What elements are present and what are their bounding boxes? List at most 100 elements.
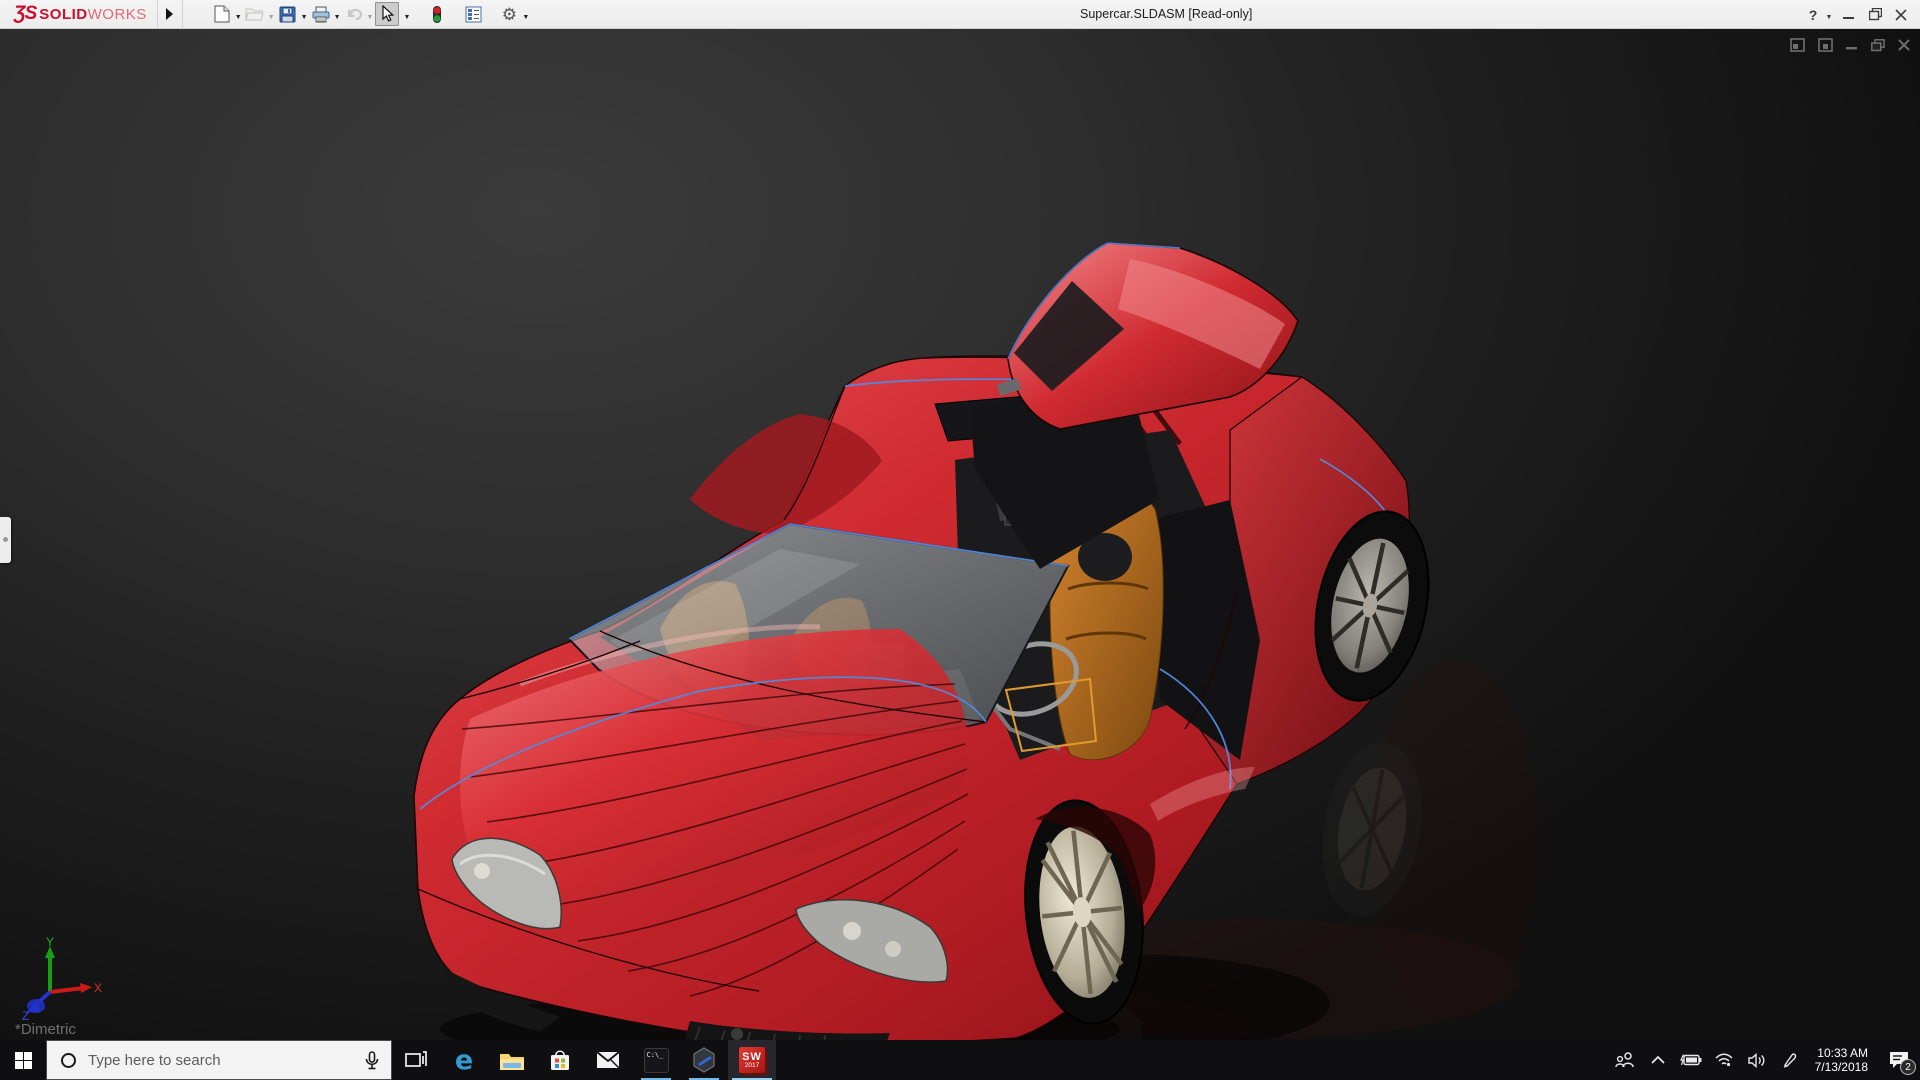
help-button[interactable]: ? [1804, 0, 1822, 29]
solidworks-window: ƷS SOLID WORKS ▼ ▼ ▼ ▼ ▼ ▼ ⚙ ▼ Supercar.… [0, 0, 1920, 1080]
dropdown-caret[interactable]: ▼ [235, 14, 242, 21]
start-button[interactable] [0, 1040, 46, 1080]
tray-overflow-button[interactable] [1642, 1040, 1675, 1080]
visualize-hexagon-icon [693, 1047, 715, 1073]
featuremanager-collapsed-tab[interactable] [0, 517, 11, 563]
taskbar-item-edge[interactable]: e [440, 1040, 488, 1080]
file-explorer-icon [500, 1053, 524, 1070]
document-window-controls [1790, 38, 1910, 52]
tab-dot-icon [3, 537, 8, 542]
file-properties-button[interactable] [462, 2, 484, 26]
options-button[interactable]: ⚙ ▼ [498, 2, 531, 26]
clock-time: 10:33 AM [1817, 1046, 1868, 1060]
open-document-button[interactable]: ▼ [244, 2, 277, 26]
action-center-button[interactable]: 2 [1878, 1040, 1920, 1080]
pen-button[interactable] [1774, 1040, 1807, 1080]
chevron-up-icon [1651, 1056, 1665, 1064]
battery-charging-icon [1680, 1054, 1702, 1066]
dropdown-caret[interactable]: ▼ [268, 14, 275, 21]
print-button[interactable]: ▼ [310, 2, 343, 26]
restore-icon [1868, 8, 1882, 21]
dropdown-caret: ▼ [403, 13, 411, 21]
logo-text-works: WORKS [87, 6, 147, 23]
document-window-icon[interactable] [1790, 38, 1805, 52]
windows-taskbar: e [0, 1040, 1920, 1080]
system-tray: 10:33 AM 7/13/2018 2 [1609, 1040, 1920, 1080]
triad-x-label: X [94, 981, 102, 995]
restore-button[interactable] [1862, 0, 1888, 29]
store-icon [551, 1050, 569, 1070]
quick-access-toolbar: ▼ ▼ ▼ ▼ ▼ ▼ ⚙ ▼ [211, 0, 532, 29]
doc-close-icon[interactable] [1898, 39, 1910, 51]
taskbar-search[interactable] [46, 1040, 392, 1080]
people-icon [1615, 1052, 1634, 1068]
taskbar-item-visualize[interactable] [680, 1040, 728, 1080]
taskbar-item-solidworks[interactable]: SW 2017 [728, 1040, 776, 1080]
new-document-button[interactable]: ▼ [211, 2, 244, 26]
command-prompt-icon: C:\_ [643, 1047, 669, 1073]
menu-flyout-button[interactable] [156, 0, 183, 29]
taskbar-clock[interactable]: 10:33 AM 7/13/2018 [1807, 1046, 1878, 1074]
supercar-3d-model[interactable] [0, 29, 1920, 1040]
taskbar-item-file-explorer[interactable] [488, 1040, 536, 1080]
logo-text-solid: SOLID [39, 6, 88, 23]
dassault-logo-icon: ƷS [14, 3, 37, 24]
select-tool-button[interactable] [375, 2, 400, 26]
rebuild-button[interactable] [426, 2, 448, 26]
close-button[interactable] [1888, 0, 1914, 29]
task-view-icon [405, 1051, 427, 1067]
doc-minimize-icon[interactable] [1846, 39, 1858, 51]
undo-button[interactable]: ▼ [343, 2, 376, 26]
taskbar-item-store[interactable] [536, 1040, 584, 1080]
window-controls: ? ▼ [1804, 0, 1914, 29]
clock-date: 7/13/2018 [1814, 1060, 1868, 1074]
graphics-viewport[interactable]: Y X Z *Dimetric [0, 29, 1920, 1040]
cortana-icon [61, 1052, 76, 1068]
notification-badge: 2 [1900, 1059, 1916, 1075]
dropdown-caret[interactable]: ▼ [301, 14, 308, 21]
windows-logo-icon [14, 1051, 32, 1069]
dropdown-caret[interactable]: ▼ [334, 14, 341, 21]
new-document-icon [212, 4, 232, 24]
search-input[interactable] [88, 1051, 365, 1069]
open-folder-icon [245, 4, 265, 24]
solidworks-logo: ƷS SOLID WORKS [14, 3, 147, 25]
taskbar-item-command-prompt[interactable]: C:\_ [632, 1040, 680, 1080]
document-window-icon[interactable] [1818, 38, 1833, 52]
printer-icon [311, 4, 331, 24]
orientation-triad: Y X Z [22, 935, 102, 1020]
close-icon [1895, 8, 1907, 21]
minimize-icon [1843, 16, 1854, 19]
dropdown-caret: ▼ [1825, 13, 1833, 21]
volume-button[interactable] [1741, 1040, 1774, 1080]
window-title: Supercar.SLDASM [Read-only] [1080, 7, 1253, 21]
task-view-button[interactable] [392, 1040, 440, 1080]
options-gear-icon: ⚙ [501, 4, 518, 24]
network-button[interactable] [1708, 1040, 1741, 1080]
title-bar: ƷS SOLID WORKS ▼ ▼ ▼ ▼ ▼ ▼ ⚙ ▼ Supercar.… [0, 0, 1920, 29]
view-orientation-label: *Dimetric [15, 1021, 76, 1038]
people-button[interactable] [1609, 1040, 1642, 1080]
select-dropdown[interactable]: ▼ [399, 2, 412, 26]
triad-z-label: Z [22, 1009, 29, 1020]
battery-button[interactable] [1675, 1040, 1708, 1080]
wifi-icon [1715, 1053, 1733, 1067]
save-button[interactable]: ▼ [277, 2, 310, 26]
dropdown-caret[interactable]: ▼ [522, 14, 529, 21]
microphone-icon[interactable] [365, 1050, 379, 1070]
save-floppy-icon [278, 4, 298, 24]
rebuild-traffic-light-icon [427, 4, 447, 24]
dropdown-caret[interactable]: ▼ [367, 14, 374, 21]
undo-arrow-icon [344, 4, 364, 24]
speaker-icon [1748, 1052, 1765, 1068]
help-dropdown[interactable]: ▼ [1822, 0, 1836, 29]
edge-icon: e [454, 1044, 474, 1076]
doc-restore-icon[interactable] [1871, 38, 1885, 52]
solidworks-app-icon: SW 2017 [739, 1047, 765, 1073]
flyout-arrow-icon [166, 8, 174, 20]
mail-icon [596, 1051, 620, 1069]
minimize-button[interactable] [1836, 0, 1862, 29]
taskbar-item-mail[interactable] [584, 1040, 632, 1080]
pen-icon [1783, 1053, 1797, 1068]
file-properties-icon [463, 4, 483, 24]
